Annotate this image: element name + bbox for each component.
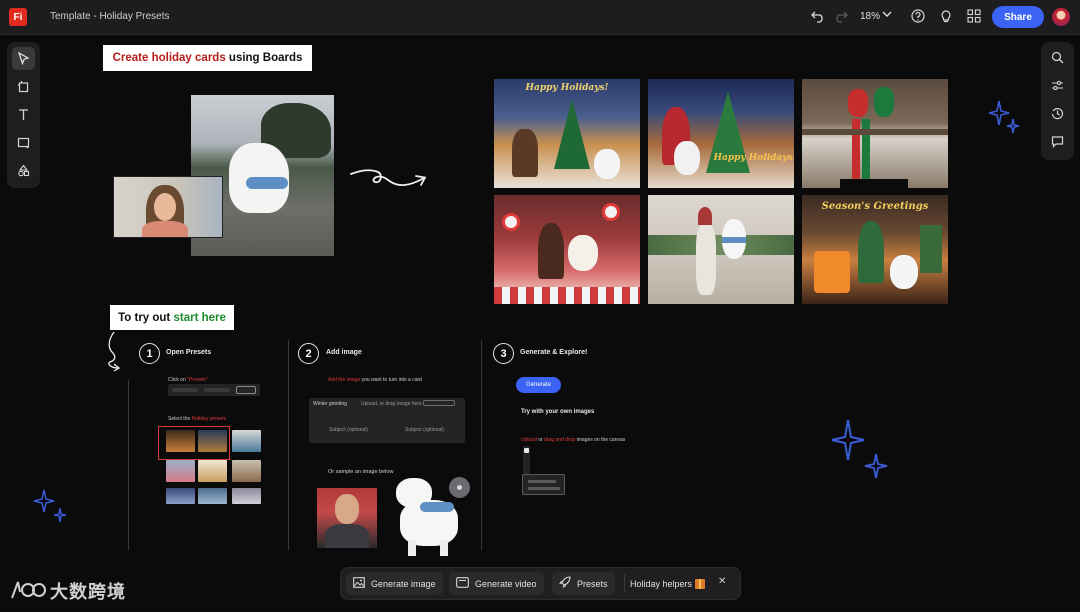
step-2-divider (288, 340, 289, 550)
sparkle-icon (33, 489, 67, 523)
rectangle-icon[interactable] (12, 131, 35, 154)
rocket-icon (558, 576, 571, 591)
artboard-icon[interactable] (12, 75, 35, 98)
step-2-panel-preview: Winter greeting Upload, or drag image he… (309, 398, 465, 443)
video-icon (456, 576, 469, 591)
preset-thumbnail[interactable] (166, 430, 195, 452)
preset-thumbnail[interactable] (232, 488, 261, 504)
step-1-instruction: Click on "Presets" (168, 377, 208, 383)
preset-thumbnail[interactable] (166, 488, 195, 504)
apps-icon[interactable] (966, 9, 982, 25)
right-toolbar (1041, 42, 1074, 160)
tryout-card-rest: To try out (118, 311, 174, 324)
chevron-down-icon[interactable] (882, 9, 892, 22)
avatar[interactable] (1052, 8, 1070, 26)
sparkle-icon (988, 100, 1020, 134)
text-icon[interactable] (12, 103, 35, 126)
left-toolbar (7, 42, 40, 188)
holiday-helpers-button[interactable]: Holiday helpers (630, 572, 706, 595)
app-window: Fi Template - Holiday Presets 18% Share (0, 0, 1080, 612)
preset-thumbnail[interactable] (198, 488, 227, 504)
preset-thumbnail[interactable] (198, 430, 227, 452)
watermark-logo-icon (10, 580, 46, 602)
history-icon[interactable] (1046, 102, 1069, 125)
sample-add-button[interactable] (449, 477, 470, 498)
preset-thumbnail[interactable] (166, 460, 195, 482)
holiday-card-image[interactable] (648, 195, 794, 304)
step-1-number: 1 (139, 343, 160, 364)
upload-menu-preview (522, 474, 565, 495)
step-2-instruction: Add the image you want to turn into a ca… (328, 377, 422, 383)
holiday-card-image[interactable]: Season's Greetings (802, 195, 948, 304)
tryout-card-highlight: start here (173, 311, 226, 324)
step-1-toolbar-preview (168, 384, 260, 396)
toolbar-divider (624, 574, 625, 593)
try-own-images-label: Try with your own images (521, 409, 595, 415)
sparkle-icon (831, 419, 888, 479)
image-icon (353, 576, 365, 591)
step-1-divider (128, 380, 129, 550)
redo-icon[interactable] (833, 9, 849, 25)
search-icon[interactable] (1046, 46, 1069, 69)
holiday-card-image[interactable]: Happy Holidays! (648, 79, 794, 188)
curly-arrow-icon (108, 331, 121, 372)
generate-video-button[interactable]: Generate video (449, 572, 544, 595)
top-bar: Fi Template - Holiday Presets 18% Share (0, 0, 1080, 35)
presets-button[interactable]: Presets (552, 572, 615, 595)
holiday-card-image[interactable] (494, 195, 640, 304)
step-3-divider (481, 340, 482, 550)
step-1-title: Open Presets (166, 349, 212, 356)
woman-photo[interactable] (113, 176, 223, 238)
document-title[interactable]: Template - Holiday Presets (50, 11, 170, 22)
step-3-number: 3 (493, 343, 514, 364)
step-3-title: Generate & Explore! (520, 349, 588, 356)
sliders-icon[interactable] (1046, 74, 1069, 97)
zoom-level[interactable]: 18% (860, 11, 880, 22)
tryout-card[interactable]: To try out start here (110, 305, 234, 330)
pointer-icon[interactable] (12, 47, 35, 70)
gift-icon (695, 578, 706, 589)
step-2-number: 2 (298, 343, 319, 364)
share-button[interactable]: Share (992, 6, 1044, 28)
shapes-icon[interactable] (12, 159, 35, 182)
app-logo[interactable]: Fi (9, 8, 27, 26)
title-card[interactable]: Create holiday cards using Boards (103, 45, 312, 71)
close-icon[interactable]: ✕ (718, 576, 726, 587)
preset-thumbnail[interactable] (198, 460, 227, 482)
help-icon[interactable] (910, 9, 926, 25)
step-2-sample-label: Or sample an image below (328, 469, 394, 475)
comment-icon[interactable] (1046, 130, 1069, 153)
title-card-highlight: Create holiday cards (112, 52, 226, 64)
generate-image-button[interactable]: Generate image (346, 572, 443, 595)
step-1-select-instruction: Select the Holiday presets (168, 416, 227, 422)
step-3-instruction: Upload or drag and drop images on the ca… (521, 437, 626, 443)
title-card-rest: using Boards (225, 52, 303, 64)
curved-arrow-icon (350, 169, 427, 186)
generate-button[interactable]: Generate (516, 377, 561, 393)
watermark-text: 大数跨境 (50, 582, 126, 602)
preset-thumbnail[interactable] (232, 460, 261, 482)
preset-thumbnail[interactable] (232, 430, 261, 452)
step-2-title: Add image (326, 349, 362, 356)
holiday-card-image[interactable] (802, 79, 948, 188)
undo-icon[interactable] (810, 9, 826, 25)
sample-man-photo[interactable] (317, 488, 377, 548)
mini-toolbar-preview (523, 446, 530, 474)
holiday-card-image[interactable]: Happy Holidays! (494, 79, 640, 188)
lightbulb-icon[interactable] (938, 9, 954, 25)
